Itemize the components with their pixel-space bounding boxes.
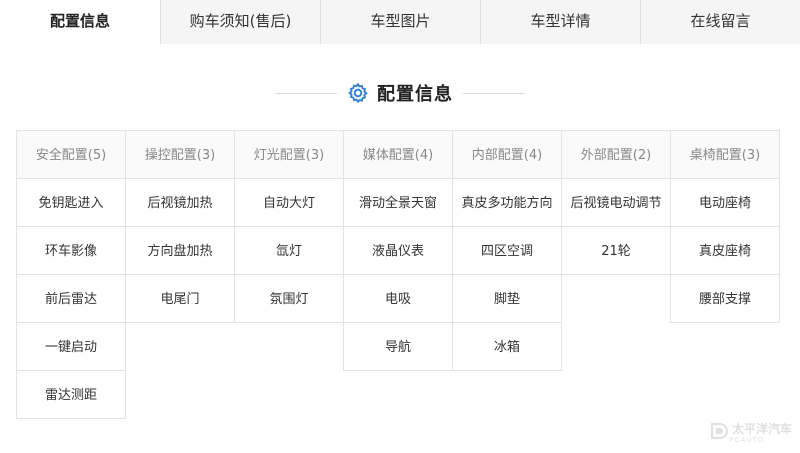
config-item: 电尾门 [125,274,235,323]
config-item: 滑动全景天窗 [343,178,453,227]
config-item: 免钥匙进入 [16,178,126,227]
title-divider-right [463,92,525,94]
config-item: 氛围灯 [234,274,344,323]
config-item: 后视镜电动调节 [561,178,671,227]
config-item: 一键启动 [16,322,126,371]
config-column-handling: 操控配置(3) 后视镜加热 方向盘加热 电尾门 [125,130,236,323]
config-item: 电吸 [343,274,453,323]
watermark-subtext: PCAUTO [728,437,765,444]
tab-purchase-notice[interactable]: 购车须知(售后) [160,0,320,44]
config-item: 真皮座椅 [670,226,780,275]
config-item: 电动座椅 [670,178,780,227]
column-header: 灯光配置(3) [234,130,344,179]
config-column-interior: 内部配置(4) 真皮多功能方向 四区空调 脚垫 冰箱 [452,130,563,371]
config-item: 氙灯 [234,226,344,275]
config-item: 液晶仪表 [343,226,453,275]
config-item: 真皮多功能方向 [452,178,562,227]
tab-bar: 配置信息 购车须知(售后) 车型图片 车型详情 在线留言 [0,0,800,45]
config-column-seats: 桌椅配置(3) 电动座椅 真皮座椅 腰部支撑 [670,130,781,323]
config-item: 脚垫 [452,274,562,323]
config-item: 自动大灯 [234,178,344,227]
config-column-lighting: 灯光配置(3) 自动大灯 氙灯 氛围灯 [234,130,345,323]
page-title: 配置信息 [377,84,453,105]
tab-car-details[interactable]: 车型详情 [480,0,640,44]
column-header: 桌椅配置(3) [670,130,780,179]
config-item: 前后雷达 [16,274,126,323]
tab-online-message[interactable]: 在线留言 [640,0,800,44]
column-header: 媒体配置(4) [343,130,453,179]
config-column-safety: 安全配置(5) 免钥匙进入 环车影像 前后雷达 一键启动 雷达测距 [16,130,127,419]
watermark: 太平洋汽车 PCAUTO [709,418,792,444]
tab-car-images[interactable]: 车型图片 [320,0,480,44]
pcauto-logo-icon [710,423,728,439]
config-column-media: 媒体配置(4) 滑动全景天窗 液晶仪表 电吸 导航 [343,130,454,371]
config-item: 后视镜加热 [125,178,235,227]
config-item: 环车影像 [16,226,126,275]
watermark-text: 太平洋汽车 [731,422,792,436]
config-item: 导航 [343,322,453,371]
title-divider-left [275,92,337,94]
config-column-exterior: 外部配置(2) 后视镜电动调节 21轮 [561,130,672,275]
column-header: 外部配置(2) [561,130,671,179]
column-header: 操控配置(3) [125,130,235,179]
section-title: 配置信息 [0,78,800,108]
config-item: 冰箱 [452,322,562,371]
config-item: 四区空调 [452,226,562,275]
column-header: 内部配置(4) [452,130,562,179]
config-item: 方向盘加热 [125,226,235,275]
column-header: 安全配置(5) [16,130,126,179]
config-item: 21轮 [561,226,671,275]
gear-icon [348,82,368,104]
config-item: 腰部支撑 [670,274,780,323]
tab-config-info[interactable]: 配置信息 [0,0,160,45]
config-item: 雷达测距 [16,370,126,419]
